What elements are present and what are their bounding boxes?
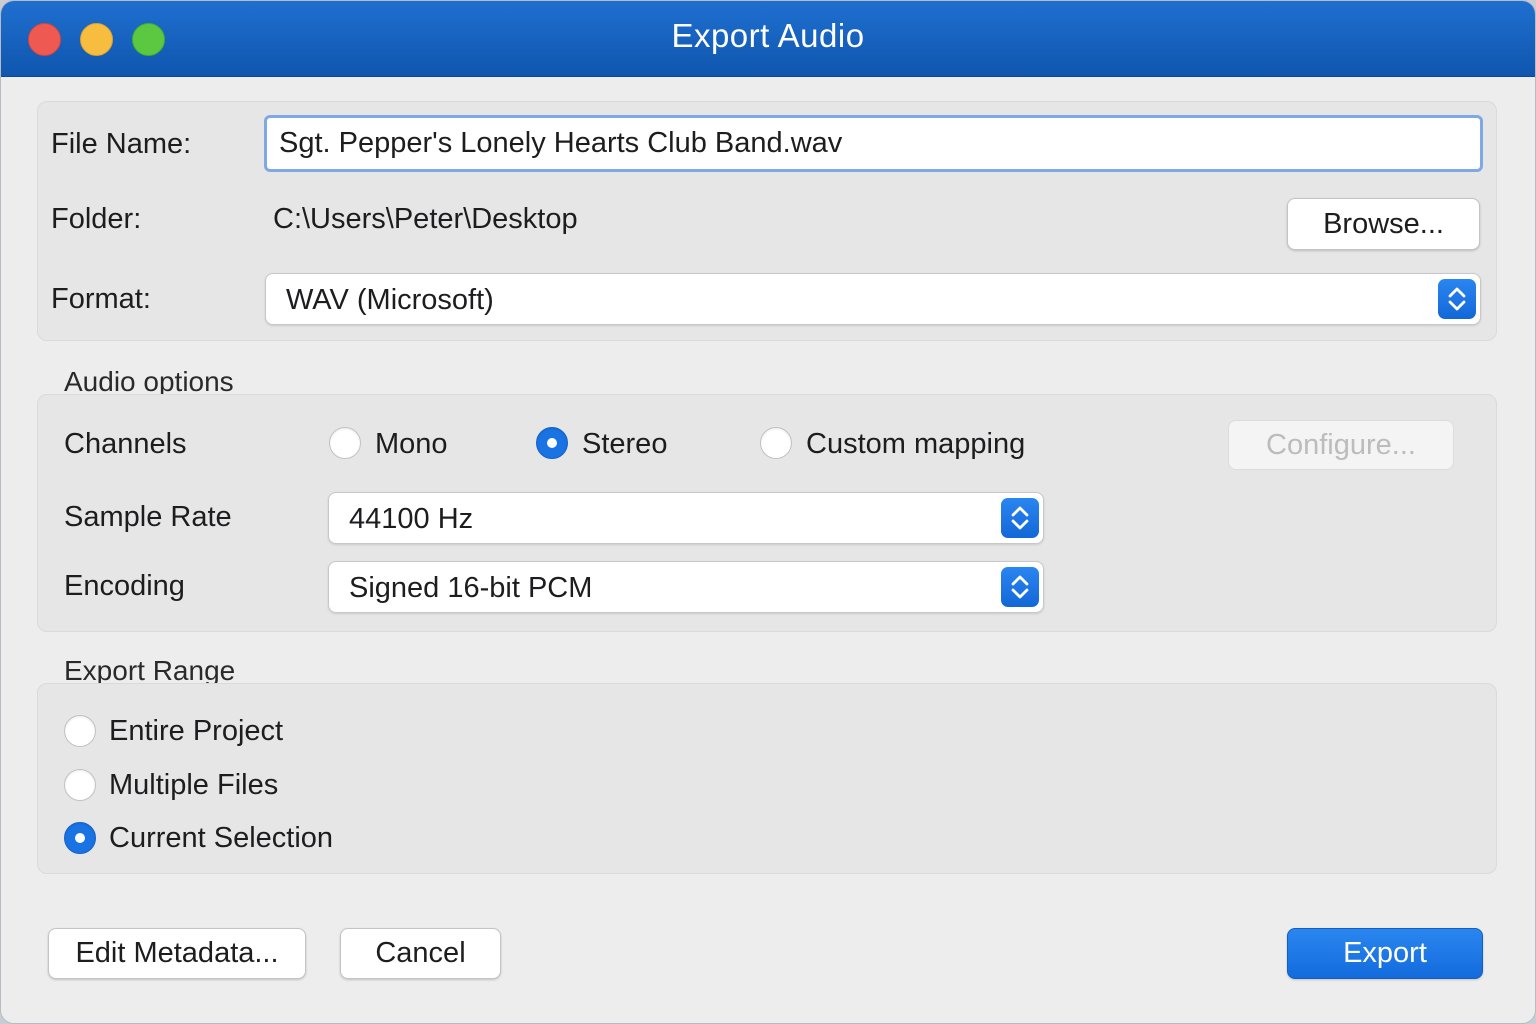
range-current-selection-label[interactable]: Current Selection — [109, 822, 333, 855]
file-name-label: File Name: — [51, 128, 192, 160]
export-audio-dialog: Export Audio File Name: Folder: C:\Users… — [0, 0, 1536, 1024]
encoding-label: Encoding — [64, 570, 185, 602]
channel-mono-label[interactable]: Mono — [375, 428, 448, 461]
range-current-selection-radio[interactable] — [64, 822, 96, 854]
format-stepper[interactable] — [1438, 279, 1476, 319]
format-label: Format: — [51, 283, 151, 315]
encoding-value: Signed 16-bit PCM — [349, 572, 593, 604]
encoding-stepper[interactable] — [1001, 567, 1039, 607]
file-name-input[interactable] — [264, 115, 1483, 172]
channel-mono-radio[interactable] — [329, 427, 361, 459]
channel-custom-mapping-label[interactable]: Custom mapping — [806, 428, 1025, 461]
folder-path: C:\Users\Peter\Desktop — [273, 203, 578, 235]
chevron-up-down-icon — [1011, 506, 1029, 530]
range-multiple-files-radio[interactable] — [64, 769, 96, 801]
range-multiple-files-label[interactable]: Multiple Files — [109, 769, 278, 802]
format-value: WAV (Microsoft) — [286, 284, 494, 316]
channel-custom-mapping-radio[interactable] — [760, 427, 792, 459]
edit-metadata-button[interactable]: Edit Metadata... — [48, 928, 306, 979]
sample-rate-stepper[interactable] — [1001, 498, 1039, 538]
configure-button[interactable]: Configure... — [1228, 420, 1454, 470]
title-bar[interactable]: Export Audio — [1, 1, 1535, 77]
cancel-button[interactable]: Cancel — [340, 928, 501, 979]
range-entire-project-radio[interactable] — [64, 715, 96, 747]
channel-stereo-label[interactable]: Stereo — [582, 428, 667, 461]
sample-rate-value: 44100 Hz — [349, 503, 474, 535]
export-button[interactable]: Export — [1287, 928, 1483, 979]
sample-rate-select[interactable]: 44100 Hz — [328, 492, 1044, 544]
channels-label: Channels — [64, 428, 187, 460]
format-select[interactable]: WAV (Microsoft) — [265, 273, 1481, 325]
encoding-select[interactable]: Signed 16-bit PCM — [328, 561, 1044, 613]
chevron-up-down-icon — [1011, 575, 1029, 599]
window-title: Export Audio — [671, 17, 865, 54]
range-entire-project-label[interactable]: Entire Project — [109, 715, 283, 748]
chevron-up-down-icon — [1448, 287, 1466, 311]
sample-rate-label: Sample Rate — [64, 501, 232, 533]
folder-label: Folder: — [51, 203, 142, 235]
browse-button[interactable]: Browse... — [1287, 198, 1480, 250]
channel-stereo-radio[interactable] — [536, 427, 568, 459]
